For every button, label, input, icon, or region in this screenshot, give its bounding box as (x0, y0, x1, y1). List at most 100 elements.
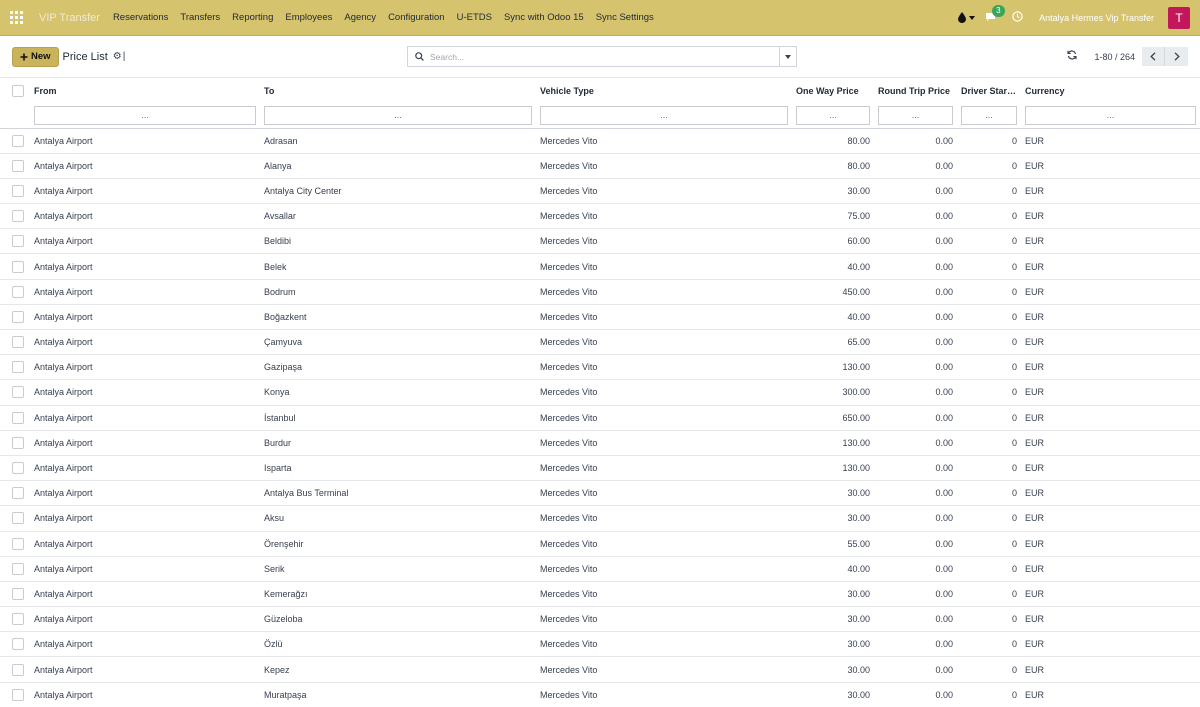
row-checkbox[interactable] (12, 336, 24, 349)
row-checkbox[interactable] (12, 210, 24, 223)
menu-u-etds[interactable]: U-ETDS (457, 12, 492, 23)
activity-clock-icon[interactable] (1012, 11, 1023, 24)
column-header-to[interactable]: To (260, 78, 536, 103)
table-row[interactable]: Antalya Airport Beldibi Mercedes Vito 60.00… (0, 229, 1200, 254)
table-row[interactable]: Antalya Airport Muratpaşa Mercedes Vito 30.… (0, 682, 1200, 707)
column-header-currency[interactable]: Currency (1021, 78, 1200, 103)
gear-icon[interactable]: ⚙ (113, 51, 122, 62)
cell-to: Muratpaşa (264, 689, 307, 700)
row-checkbox[interactable] (12, 487, 24, 500)
cell-one-way-price: 65.00 (847, 337, 870, 348)
table-row[interactable]: Antalya Airport Antalya City Center Merced… (0, 178, 1200, 204)
table-row[interactable]: Antalya Airport Kepez Mercedes Vito 30.00 0.… (0, 657, 1200, 683)
filter-input-driver-start[interactable]: ... (961, 105, 1017, 125)
menu-configuration[interactable]: Configuration (388, 12, 445, 23)
table-row[interactable]: Antalya Airport Boğazkent Mercedes Vito 40.… (0, 304, 1200, 330)
messages-chat-icon[interactable]: 3 (985, 4, 1005, 24)
table-row[interactable]: Antalya Airport Avsallar Mercedes Vito 75.0… (0, 204, 1200, 229)
search-input[interactable] (430, 51, 779, 62)
row-checkbox[interactable] (12, 537, 24, 550)
debug-drop-icon[interactable] (958, 12, 976, 23)
table-row[interactable]: Antalya Airport Özlü Mercedes Vito 30.00 0.0… (0, 632, 1200, 657)
cell-one-way-price: 130.00 (842, 437, 870, 448)
row-checkbox[interactable] (12, 663, 24, 676)
plus-icon (20, 53, 28, 60)
refresh-icon[interactable] (1067, 50, 1078, 63)
app-brand[interactable]: VIP Transfer (39, 12, 100, 24)
row-checkbox[interactable] (12, 134, 24, 147)
company-switcher[interactable]: Antalya Hermes Vip Transfer (1039, 13, 1154, 23)
filter-input-vehicle-type[interactable]: ... (540, 105, 788, 125)
apps-grid-icon[interactable] (10, 10, 24, 25)
row-checkbox[interactable] (12, 386, 24, 399)
menu-reporting[interactable]: Reporting (232, 12, 273, 23)
cell-currency: EUR (1025, 614, 1045, 625)
column-header-one-way-price[interactable]: One Way Price (792, 78, 874, 103)
row-checkbox[interactable] (12, 260, 24, 273)
table-row[interactable]: Antalya Airport Gazipaşa Mercedes Vito 130.… (0, 355, 1200, 380)
menu-employees[interactable]: Employees (285, 12, 332, 23)
table-row[interactable]: Antalya Airport Kemerağzı Mercedes Vito 30.… (0, 581, 1200, 607)
cell-to: Burdur (264, 437, 292, 448)
row-select-cell (0, 455, 30, 480)
table-row[interactable]: Antalya Airport Güzeloba Mercedes Vito 30.0… (0, 607, 1200, 632)
table-row[interactable]: Antalya Airport Adrasan Mercedes Vito 80.00… (0, 128, 1200, 154)
row-checkbox[interactable] (12, 184, 24, 197)
table-row[interactable]: Antalya Airport Isparta Mercedes Vito 130.0… (0, 455, 1200, 481)
row-checkbox[interactable] (12, 688, 24, 701)
cell-from: Antalya Airport (34, 261, 93, 272)
row-checkbox[interactable] (12, 587, 24, 600)
column-header-driver-start[interactable]: Driver Start… (957, 78, 1021, 103)
table-row[interactable]: Antalya Airport Çamyuva Mercedes Vito 65.00… (0, 330, 1200, 355)
cell-from: Antalya Airport (34, 639, 93, 650)
column-header-vehicle-type[interactable]: Vehicle Type (536, 78, 792, 103)
row-checkbox[interactable] (12, 285, 24, 298)
menu-sync-settings[interactable]: Sync Settings (596, 12, 654, 23)
row-checkbox[interactable] (12, 462, 24, 475)
row-checkbox[interactable] (12, 361, 24, 374)
pager-previous-chevron-left-icon[interactable] (1142, 47, 1165, 66)
menu-sync-odoo[interactable]: Sync with Odoo 15 (504, 12, 584, 23)
new-button[interactable]: New (12, 46, 59, 67)
filter-input-one-way-price[interactable]: ... (796, 105, 870, 125)
cell-to: Örenşehir (264, 538, 304, 549)
row-checkbox[interactable] (12, 562, 24, 575)
cell-vehicle-type: Mercedes Vito (540, 689, 598, 700)
cell-vehicle-type: Mercedes Vito (540, 135, 598, 146)
table-row[interactable]: Antalya Airport Konya Mercedes Vito 300.00 0… (0, 380, 1200, 406)
row-checkbox[interactable] (12, 613, 24, 626)
cell-round-trip-price: 0.00 (935, 311, 953, 322)
user-avatar[interactable]: T (1168, 6, 1190, 29)
cell-vehicle-type: Mercedes Vito (540, 513, 598, 524)
table-row[interactable]: Antalya Airport İstanbul Mercedes Vito 650.… (0, 405, 1200, 431)
table-row[interactable]: Antalya Airport Serik Mercedes Vito 40.00 0.… (0, 556, 1200, 582)
menu-transfers[interactable]: Transfers (180, 12, 220, 23)
table-row[interactable]: Antalya Airport Antalya Bus Terminal Merce… (0, 481, 1200, 506)
table-row[interactable]: Antalya Airport Burdur Mercedes Vito 130.00… (0, 430, 1200, 456)
column-header-from[interactable]: From (30, 78, 260, 103)
row-checkbox[interactable] (12, 436, 24, 449)
row-checkbox[interactable] (12, 159, 24, 172)
filter-input-to[interactable]: ... (264, 105, 532, 125)
filter-input-currency[interactable]: ... (1025, 105, 1196, 125)
menu-agency[interactable]: Agency (344, 12, 376, 23)
row-select-cell (0, 430, 30, 455)
column-header-round-trip-price[interactable]: Round Trip Price (874, 78, 957, 103)
search-options-chevron-down-icon[interactable] (779, 47, 796, 66)
table-row[interactable]: Antalya Airport Aksu Mercedes Vito 30.00 0.0… (0, 506, 1200, 531)
row-checkbox[interactable] (12, 638, 24, 651)
select-all-checkbox[interactable] (12, 84, 24, 97)
pager-next-chevron-right-icon[interactable] (1165, 47, 1188, 66)
menu-reservations[interactable]: Reservations (113, 12, 168, 23)
table-row[interactable]: Antalya Airport Örenşehir Mercedes Vito 55.… (0, 531, 1200, 557)
row-checkbox[interactable] (12, 411, 24, 424)
table-row[interactable]: Antalya Airport Bodrum Mercedes Vito 450.00… (0, 279, 1200, 305)
filter-input-round-trip-price[interactable]: ... (878, 105, 953, 125)
filter-input-from[interactable]: ... (34, 105, 256, 125)
table-row[interactable]: Antalya Airport Alanya Mercedes Vito 80.00 0… (0, 153, 1200, 179)
pager-value[interactable]: 1-80 / 264 (1094, 52, 1135, 62)
row-checkbox[interactable] (12, 512, 24, 525)
table-row[interactable]: Antalya Airport Belek Mercedes Vito 40.00 0.… (0, 254, 1200, 280)
row-checkbox[interactable] (12, 310, 24, 323)
row-checkbox[interactable] (12, 235, 24, 248)
